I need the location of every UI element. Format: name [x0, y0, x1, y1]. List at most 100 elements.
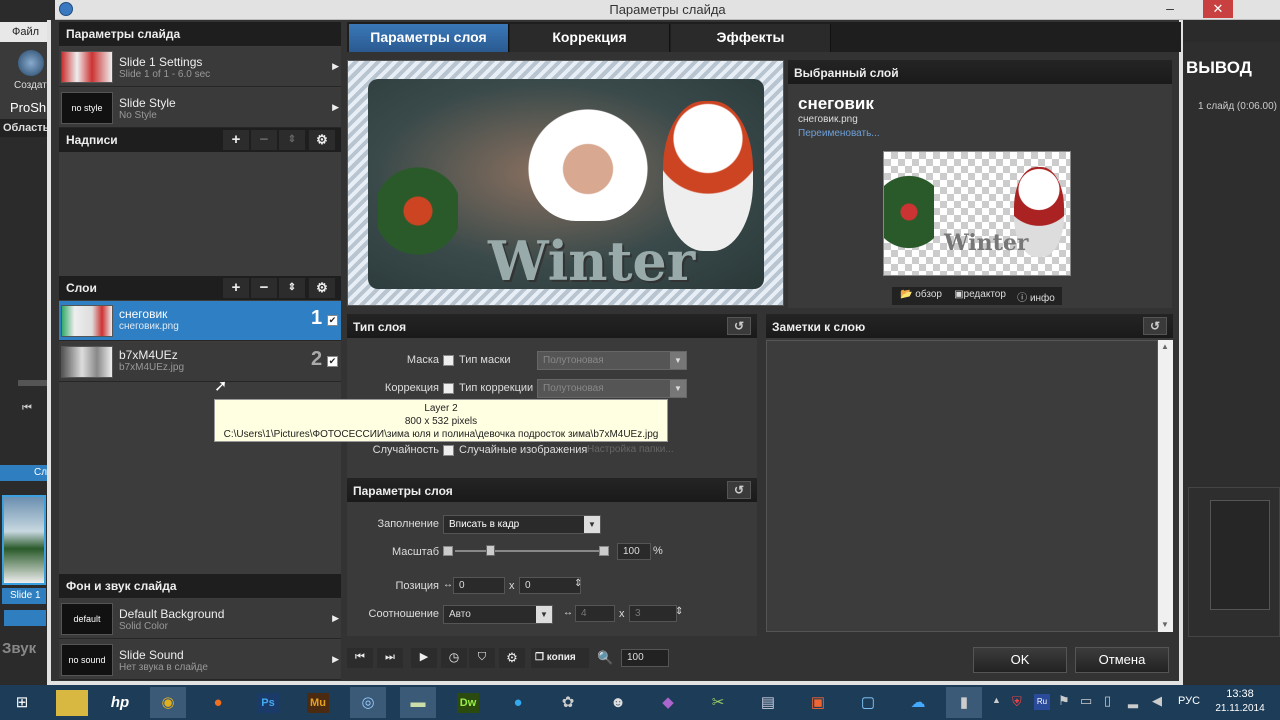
game-icon[interactable]: ☻ — [600, 687, 636, 718]
notes-textarea[interactable] — [766, 340, 1158, 632]
tray-monitor-icon[interactable]: ▯ — [1104, 693, 1111, 709]
ratio-width-input[interactable]: 4 — [575, 605, 615, 622]
clock-date[interactable]: 21.11.2014 — [1210, 703, 1270, 714]
move-caption-button[interactable]: ⇕ — [279, 130, 305, 150]
slide-style-row[interactable]: no style Slide Style No Style ▶ — [59, 88, 341, 128]
random-checkbox[interactable] — [443, 445, 454, 456]
slide-settings-row[interactable]: Slide 1 Settings Slide 1 of 1 - 6.0 sec … — [59, 47, 341, 87]
sound-row[interactable]: no sound Slide Sound Нет звука в слайде … — [59, 640, 341, 680]
scale-slider[interactable] — [455, 545, 605, 556]
captions-list[interactable] — [59, 152, 341, 276]
mask-checkbox[interactable] — [443, 355, 454, 366]
output-label[interactable]: ВЫВОД — [1186, 58, 1252, 78]
folder-settings-button[interactable]: Настройка папки... — [587, 444, 674, 455]
layer-settings-gear-icon[interactable]: ⚙ — [309, 278, 335, 298]
scale-min-icon[interactable] — [443, 546, 453, 556]
correction-type-select[interactable]: Полутоновая ▼ — [537, 379, 687, 398]
proshow-taskbar-icon[interactable]: ◎ — [350, 687, 386, 718]
security-icon[interactable]: ⛨ — [1012, 694, 1022, 710]
layer-row-1[interactable]: снеговик снеговик.png 1 ✔ — [59, 301, 341, 341]
background-row[interactable]: default Default Background Solid Color ▶ — [59, 599, 341, 639]
info-button[interactable]: ⓘ инфо — [1012, 289, 1060, 304]
document-icon[interactable]: ▤ — [750, 687, 786, 718]
tray-printer-icon[interactable]: ▭ — [1080, 693, 1092, 709]
hp-icon[interactable]: hp — [102, 687, 138, 718]
zoom-input[interactable]: 100 — [621, 649, 669, 667]
tray-arrow-icon[interactable]: ▲ — [992, 695, 1001, 705]
scroll-up-icon[interactable]: ▲ — [1161, 342, 1169, 351]
position-y-input[interactable]: 0 — [519, 577, 581, 594]
reset-notes-icon[interactable]: ↺ — [1143, 317, 1167, 335]
correction-checkbox[interactable] — [443, 383, 454, 394]
copy-button[interactable]: ❐ копия — [531, 648, 589, 668]
cancel-button[interactable]: Отмена — [1075, 647, 1169, 673]
skype-icon[interactable]: ● — [500, 687, 536, 718]
preview-area[interactable]: Winter — [347, 60, 784, 306]
bg-prev-icon[interactable]: ⏮ — [22, 402, 32, 415]
move-layer-button[interactable]: ⇕ — [279, 278, 305, 298]
playback-gear-icon[interactable]: ⚙ — [499, 648, 525, 668]
window-icon[interactable]: ▢ — [850, 687, 886, 718]
ratio-stepper-icon[interactable]: ⇕ — [675, 606, 683, 617]
remove-layer-button[interactable]: − — [251, 278, 277, 298]
reset-layer-params-icon[interactable]: ↺ — [727, 481, 751, 499]
add-layer-button[interactable]: + — [223, 278, 249, 298]
clock-time[interactable]: 13:38 — [1210, 688, 1270, 700]
chevron-down-icon: ▼ — [670, 380, 686, 397]
dreamweaver-icon[interactable]: Dw — [450, 687, 486, 718]
layer-visible-checkbox-2[interactable]: ✔ — [327, 356, 338, 367]
bg-slide-thumb[interactable] — [2, 495, 46, 585]
minimize-button[interactable]: – — [1155, 0, 1185, 18]
muse-icon[interactable]: Mu — [300, 687, 336, 718]
chrome-icon[interactable]: ◉ — [150, 687, 186, 718]
gem-icon[interactable]: ◆ — [650, 687, 686, 718]
browse-button[interactable]: 📂 обзор — [894, 289, 948, 303]
layer-file-2: b7xM4UEz.jpg — [119, 362, 185, 373]
tray-flag-icon[interactable]: ⚑ — [1058, 693, 1070, 709]
position-stepper-icon[interactable]: ⇕ — [574, 578, 582, 589]
timer-icon[interactable]: ◷ — [441, 648, 467, 668]
reset-layer-type-icon[interactable]: ↺ — [727, 317, 751, 335]
skip-start-icon[interactable]: ⏮ — [347, 648, 373, 668]
layer-row-2[interactable]: b7xM4UEz b7xM4UEz.jpg 2 ✔ — [59, 342, 341, 382]
mask-type-select[interactable]: Полутоновая ▼ — [537, 351, 687, 370]
rename-link[interactable]: Переименовать... — [798, 128, 880, 139]
bg-slider[interactable] — [18, 380, 48, 386]
camera-icon[interactable]: ▮ — [946, 687, 982, 718]
tools-icon[interactable]: ✂ — [700, 687, 736, 718]
skip-end-icon[interactable]: ⏭ — [377, 648, 403, 668]
ru-icon[interactable]: Ru — [1034, 694, 1050, 710]
ratio-height-input[interactable]: 3 — [629, 605, 677, 622]
add-caption-button[interactable]: + — [223, 130, 249, 150]
play-icon[interactable]: ▶ — [411, 648, 437, 668]
scale-slider-handle[interactable] — [486, 545, 496, 556]
presentation-icon[interactable]: ▣ — [800, 687, 836, 718]
cloud-icon[interactable]: ☁ — [900, 687, 936, 718]
volume-icon[interactable]: ◀ — [1152, 693, 1162, 709]
explorer-icon[interactable] — [56, 690, 88, 716]
firefox-icon[interactable]: ● — [200, 687, 236, 718]
ratio-select[interactable]: Авто ▼ — [443, 605, 553, 624]
caption-settings-gear-icon[interactable]: ⚙ — [309, 130, 335, 150]
scroll-down-icon[interactable]: ▼ — [1161, 620, 1169, 629]
editor-button[interactable]: ▣редактор — [950, 289, 1010, 303]
fill-select[interactable]: Вписать в кадр ▼ — [443, 515, 601, 534]
scale-max-icon[interactable] — [599, 546, 609, 556]
tab-layer-params[interactable]: Параметры слоя — [349, 24, 509, 52]
position-x-input[interactable]: 0 — [453, 577, 505, 594]
photoshop-icon[interactable]: Ps — [250, 687, 286, 718]
marker-icon[interactable]: ⛉ — [469, 648, 495, 668]
start-windows-icon[interactable]: ⊞ — [4, 687, 40, 718]
tab-correction[interactable]: Коррекция — [510, 24, 670, 52]
language-indicator[interactable]: РУС — [1178, 695, 1200, 707]
ok-button[interactable]: OK — [973, 647, 1067, 673]
paint-icon[interactable]: ✿ — [550, 687, 586, 718]
notes-app-icon[interactable]: ▬ — [400, 687, 436, 718]
layer-visible-checkbox-1[interactable]: ✔ — [327, 315, 338, 326]
tab-effects[interactable]: Эффекты — [671, 24, 831, 52]
close-button[interactable]: ✕ — [1203, 0, 1233, 18]
remove-caption-button[interactable]: − — [251, 130, 277, 150]
tray-signal-icon[interactable]: ▂ — [1128, 693, 1138, 709]
scale-input[interactable]: 100 — [617, 543, 651, 560]
notes-scrollbar[interactable]: ▲ ▼ — [1158, 340, 1173, 632]
